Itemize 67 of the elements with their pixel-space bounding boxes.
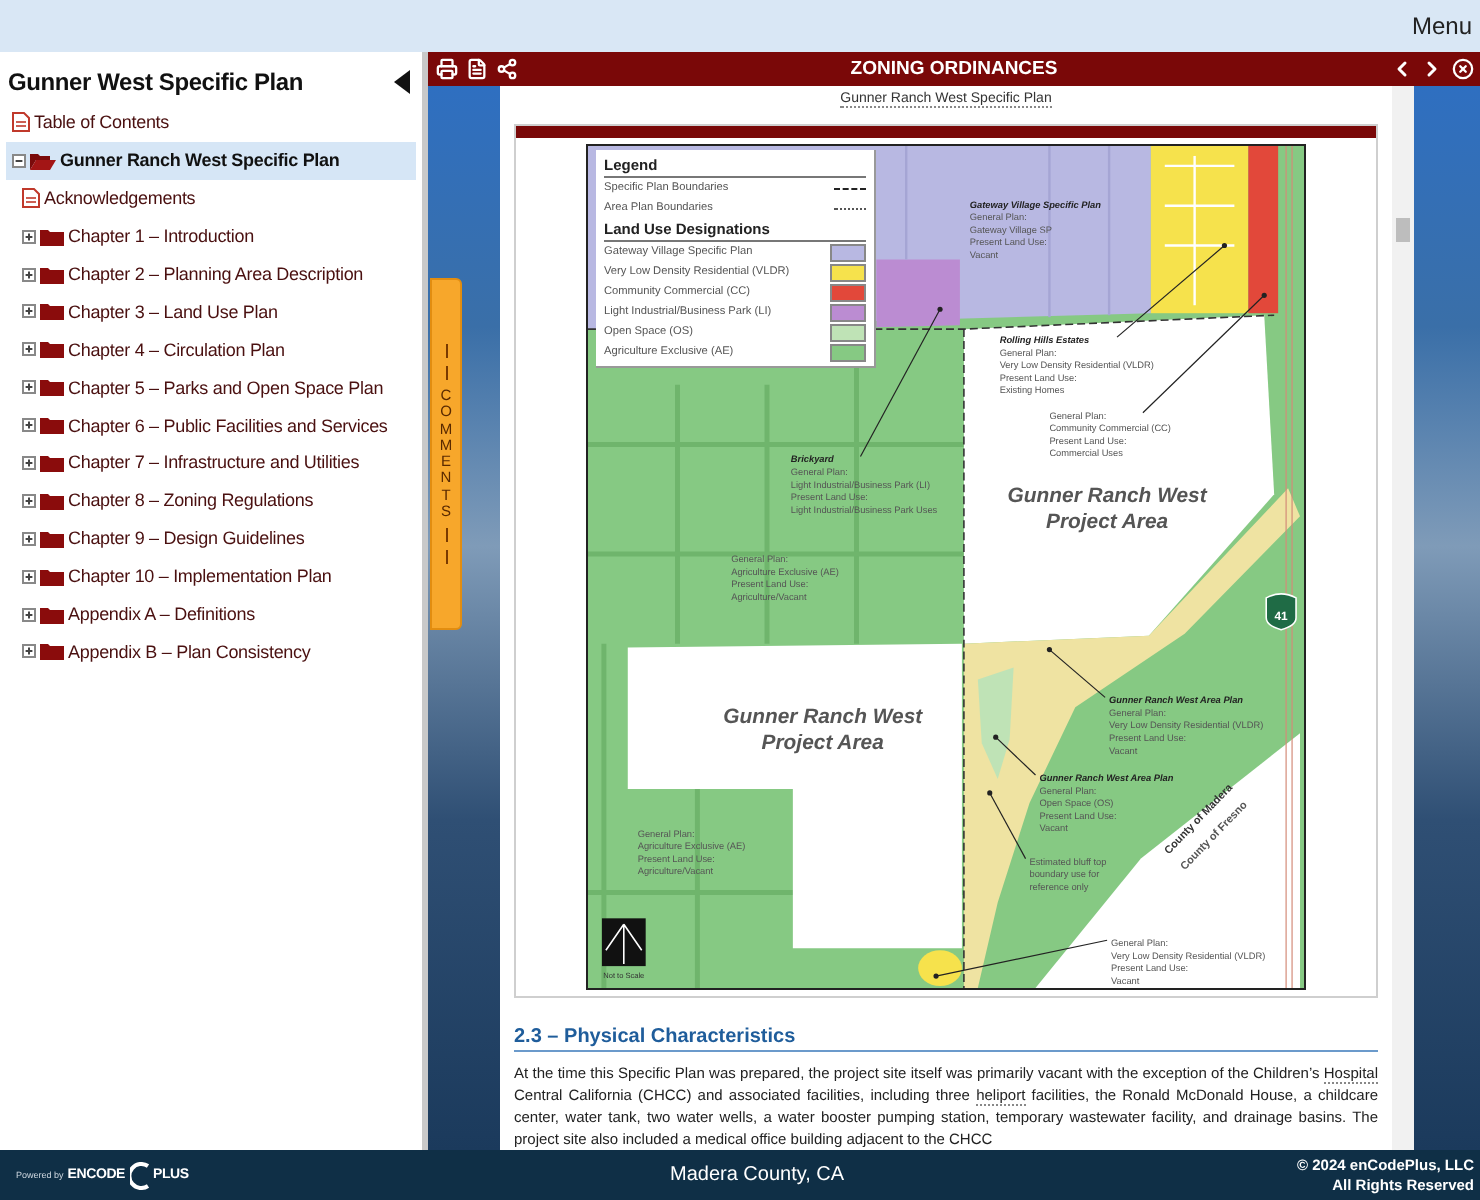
project-area-title: Gunner Ranch West Project Area xyxy=(1007,486,1207,535)
circle-icon[interactable] xyxy=(1450,57,1474,81)
expand-icon[interactable] xyxy=(22,304,36,319)
toc-item[interactable]: Appendix A – Definitions xyxy=(16,595,416,633)
toc-item[interactable]: Chapter 2 – Planning Area Description xyxy=(16,255,416,293)
toc-item[interactable]: Chapter 8 – Zoning Regulations xyxy=(16,481,416,520)
toc-item[interactable]: Appendix B – Plan Consistency xyxy=(16,632,416,671)
collapse-icon[interactable] xyxy=(12,153,26,168)
folder-icon xyxy=(40,491,64,510)
expand-icon[interactable] xyxy=(22,229,36,244)
menu-link[interactable]: Menu xyxy=(1411,12,1472,40)
expand-icon[interactable] xyxy=(22,418,36,433)
collapse-sidebar-icon[interactable] xyxy=(394,70,410,94)
expand-icon[interactable] xyxy=(22,380,36,395)
toc-item[interactable]: Chapter 5 – Parks and Open Space Plan xyxy=(16,368,416,407)
folder-icon xyxy=(40,302,64,321)
expand-icon[interactable] xyxy=(22,644,36,659)
leader-line xyxy=(987,790,1027,860)
toc-item[interactable]: Chapter 6 – Public Facilities and Services xyxy=(16,406,416,445)
location-text: Madera County, CA xyxy=(670,1164,847,1186)
folder-icon xyxy=(40,416,64,435)
folder-icon xyxy=(40,378,64,397)
route-shield-icon xyxy=(1265,593,1297,631)
folder-icon xyxy=(40,529,64,548)
folder-icon xyxy=(40,265,64,283)
viewer-title: ZONING ORDINANCES xyxy=(848,58,1060,80)
toc-item[interactable]: Chapter 7 – Infrastructure and Utilities xyxy=(16,444,416,482)
scrollbar[interactable] xyxy=(1392,86,1414,1150)
expand-icon[interactable] xyxy=(22,569,36,584)
north-arrow-icon xyxy=(601,918,646,967)
leader-line xyxy=(1116,242,1228,338)
toc-item[interactable]: Chapter 3 – Land Use Plan xyxy=(16,292,416,331)
scrollbar-thumb[interactable] xyxy=(1396,218,1410,242)
leader-line xyxy=(993,734,1037,776)
expand-icon[interactable] xyxy=(22,493,36,508)
expand-icon[interactable] xyxy=(22,455,36,470)
folder-icon xyxy=(40,605,64,624)
folder-icon xyxy=(40,567,64,586)
toc-item[interactable]: Chapter 10 – Implementation Plan xyxy=(16,557,416,596)
folder-icon xyxy=(40,340,64,359)
toc-item[interactable]: Table of Contents xyxy=(6,104,416,142)
toc-item[interactable]: Chapter 4 – Circulation Plan xyxy=(16,330,416,369)
expand-icon[interactable] xyxy=(22,607,36,622)
section-heading: 2.3 – Physical Characteristics xyxy=(514,1026,1378,1052)
folder-icon xyxy=(40,642,64,661)
folder-icon xyxy=(40,227,64,246)
land-use-area xyxy=(876,259,960,328)
line-sample xyxy=(834,187,866,189)
toc-item[interactable]: Chapter 1 – Introduction xyxy=(16,217,416,256)
logo-ring-icon xyxy=(129,1161,150,1189)
document-icon xyxy=(22,188,40,209)
expand-icon[interactable] xyxy=(22,342,36,357)
share-icon[interactable] xyxy=(494,57,518,81)
print-icon[interactable] xyxy=(434,57,458,81)
toc-item[interactable]: Gunner Ranch West Specific Plan xyxy=(6,141,416,180)
toc-item[interactable]: Acknowledgements xyxy=(16,179,416,218)
expand-icon[interactable] xyxy=(22,267,36,281)
open-folder-icon xyxy=(30,151,56,170)
project-area-title: Gunner Ranch West Project Area xyxy=(723,707,923,756)
folder-icon xyxy=(40,453,64,472)
expand-icon[interactable] xyxy=(22,531,36,546)
leader-line xyxy=(1046,647,1106,698)
line-sample xyxy=(834,207,866,209)
document-icon xyxy=(12,112,30,133)
document-icon[interactable] xyxy=(464,57,488,81)
toc-item[interactable]: Chapter 9 – Design Guidelines xyxy=(16,519,416,558)
sidebar-title: Gunner West Specific Plan xyxy=(8,68,303,96)
